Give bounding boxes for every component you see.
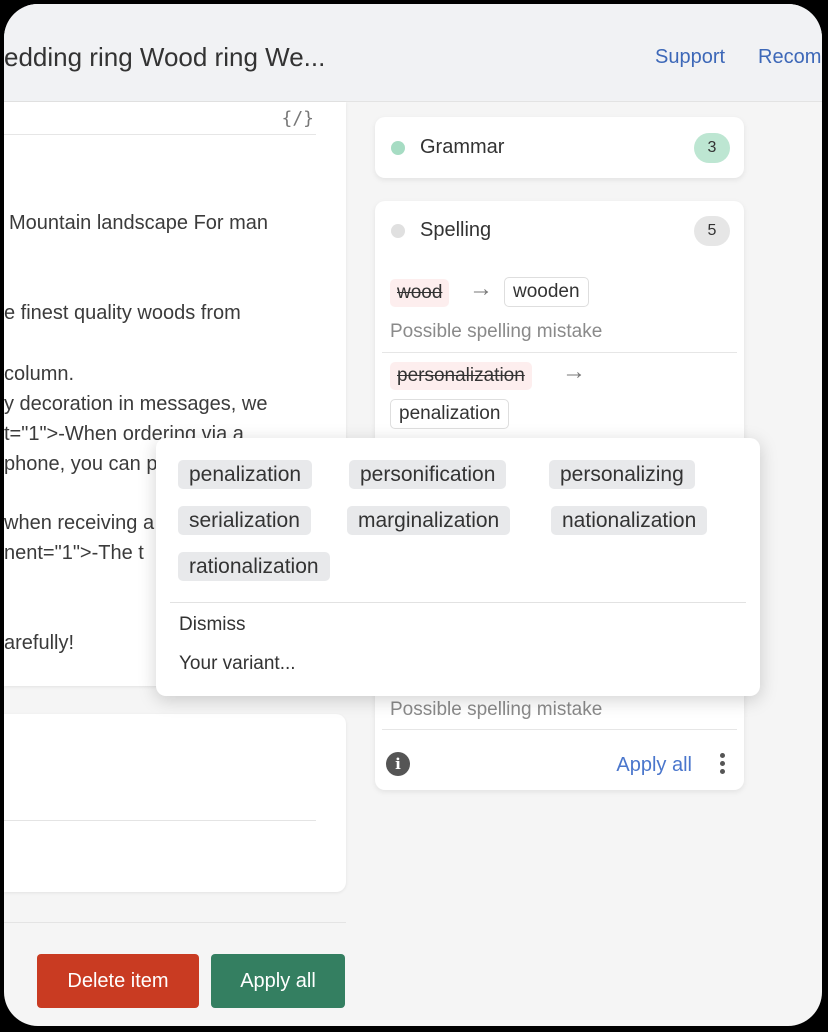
misspelled-word: personalization [390, 362, 532, 390]
spelling-status-dot [391, 224, 405, 238]
editor-line-text: y decoration in messages, [4, 393, 242, 415]
app-window: edding ring Wood ring We... Support Reco… [4, 4, 822, 1026]
suggestion-button[interactable]: wooden [504, 277, 589, 307]
editor-line: column. [4, 363, 75, 385]
suggestion-chip[interactable]: personalizing [549, 460, 695, 489]
editor-line: y decoration in messages, we [4, 393, 334, 416]
delete-item-button[interactable]: Delete item [37, 954, 199, 1008]
arrow-right-icon: → [562, 358, 586, 385]
spelling-count-badge: 5 [694, 216, 730, 246]
divider [4, 820, 316, 821]
suggestion-chip[interactable]: personification [349, 460, 507, 489]
suggestion-chip[interactable]: rationalization [178, 552, 330, 581]
hint-text: Possible spelling mistake [390, 321, 603, 342]
grammar-status-dot [391, 141, 405, 155]
recommendations-link[interactable]: Recom [758, 46, 821, 69]
divider [382, 352, 737, 353]
grammar-label: Grammar [420, 136, 505, 158]
misspelled-word: wood [390, 279, 450, 307]
flagged-word[interactable]: we [241, 393, 268, 416]
spelling-label: Spelling [420, 219, 492, 241]
editor-line: Mountain landscape For man [9, 212, 269, 234]
suggestion-chip[interactable]: nationalization [551, 506, 708, 535]
arrow-right-icon: → [469, 275, 493, 302]
suggestion-chip[interactable]: marginalization [347, 506, 511, 535]
suggestions-popup: penalization personification personalizi… [156, 438, 760, 696]
secondary-card [4, 714, 346, 892]
grammar-card[interactable]: Grammar 3 [375, 117, 744, 178]
support-link[interactable]: Support [655, 46, 725, 69]
suggestion-chip[interactable]: penalization [178, 460, 313, 489]
dismiss-option[interactable]: Dismiss [179, 614, 246, 636]
more-options-icon[interactable] [720, 753, 726, 777]
editor-line: e finest quality woods from [4, 302, 241, 324]
editor-toolbar: {/} [4, 102, 316, 135]
divider [382, 729, 737, 730]
your-variant-option[interactable]: Your variant... [179, 653, 296, 675]
divider [4, 922, 346, 923]
apply-all-link[interactable]: Apply all [616, 754, 692, 777]
grammar-count-badge: 3 [694, 133, 730, 163]
apply-all-button[interactable]: Apply all [211, 954, 345, 1008]
code-view-icon[interactable]: {/} [281, 108, 314, 129]
suggestion-chip[interactable]: serialization [178, 506, 311, 535]
page-title: edding ring Wood ring We... [4, 42, 326, 72]
info-icon[interactable]: i [386, 752, 410, 776]
suggestion-button[interactable]: penalization [390, 399, 510, 429]
hint-text: Possible spelling mistake [390, 699, 603, 720]
divider [170, 602, 746, 603]
header: edding ring Wood ring We... Support Reco… [4, 4, 822, 102]
